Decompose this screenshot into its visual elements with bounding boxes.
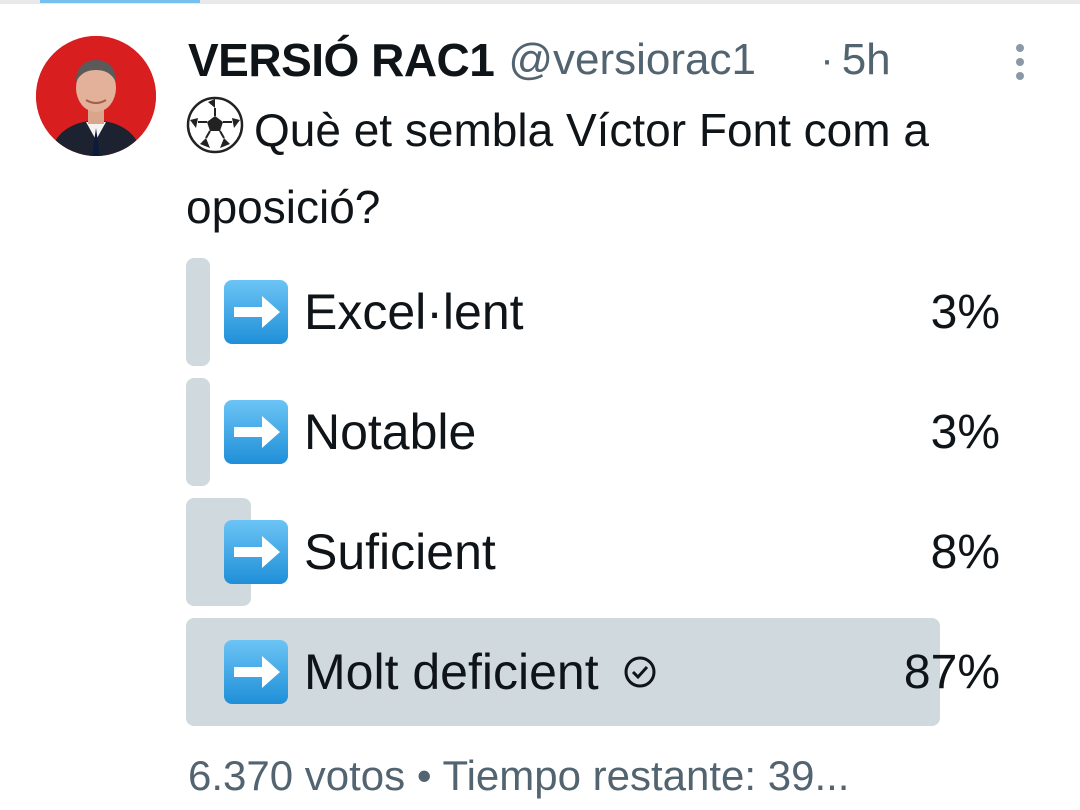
right-arrow-icon — [222, 638, 290, 706]
right-arrow-icon — [222, 518, 290, 586]
time-remaining: Tiempo restante: 39... — [442, 752, 850, 799]
footer-bullet: • — [416, 752, 432, 799]
right-arrow-icon — [222, 278, 290, 346]
poll-result-bar — [186, 258, 210, 366]
poll-option-percent: 8% — [930, 525, 1000, 579]
poll-option[interactable]: Molt deficient 87% — [186, 618, 1000, 726]
poll: Excel·lent 3% Notable 3% Suficient 8% Mo… — [186, 258, 1000, 738]
top-tab-indicator — [40, 0, 200, 3]
poll-option[interactable]: Suficient 8% — [186, 498, 1000, 606]
poll-option-label: Excel·lent — [304, 284, 524, 340]
poll-option-label: Notable — [304, 404, 477, 460]
tweet-body-text: Què et sembla Víctor Font com a oposició… — [186, 104, 929, 233]
display-name[interactable]: VERSIÓ RAC1 — [188, 33, 495, 87]
poll-option-percent: 3% — [930, 285, 1000, 339]
avatar[interactable] — [36, 36, 156, 156]
user-handle[interactable]: @versiorac1 — [508, 35, 798, 85]
soccer-ball-icon — [186, 96, 244, 154]
poll-footer: 6.370 votos • Tiempo restante: 39... — [188, 752, 1048, 800]
poll-option-percent: 3% — [930, 405, 1000, 459]
poll-result-bar — [186, 378, 210, 486]
more-options-icon[interactable] — [1012, 40, 1028, 84]
poll-option[interactable]: Notable 3% — [186, 378, 1000, 486]
right-arrow-icon — [222, 398, 290, 466]
poll-option-percent: 87% — [903, 645, 1000, 699]
vote-count: 6.370 votos — [188, 752, 406, 799]
poll-option-label: Molt deficient — [304, 644, 599, 700]
tweet-header: VERSIÓ RAC1 @versiorac1 · 5h — [188, 30, 1048, 90]
poll-option-label: Suficient — [304, 524, 496, 580]
tweet-text: Què et sembla Víctor Font com a oposició… — [186, 92, 1046, 246]
check-circle-icon — [623, 655, 657, 689]
timestamp[interactable]: 5h — [842, 35, 891, 85]
separator-dot: · — [820, 37, 834, 82]
poll-option[interactable]: Excel·lent 3% — [186, 258, 1000, 366]
